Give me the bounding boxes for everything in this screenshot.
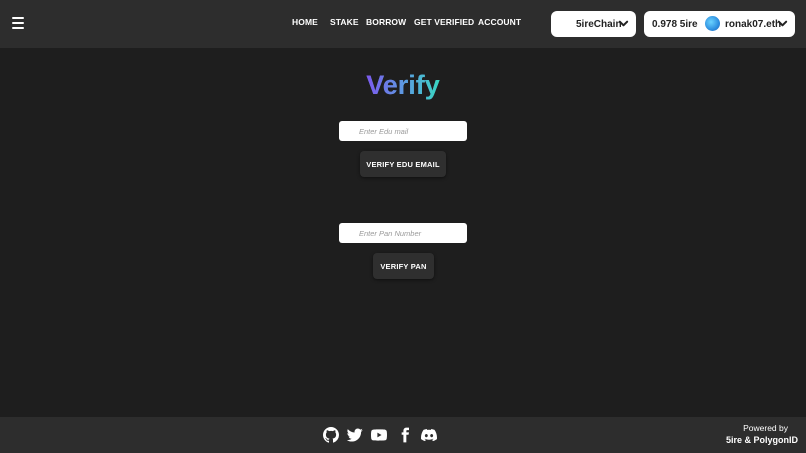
hamburger-menu-icon[interactable] [12, 17, 24, 29]
facebook-icon[interactable] [397, 427, 413, 443]
youtube-icon[interactable] [371, 427, 387, 443]
nav-stake[interactable]: STAKE [330, 17, 359, 27]
page-title: Verify [0, 70, 806, 101]
github-icon[interactable] [323, 427, 339, 443]
wallet-ens-name: ronak07.eth [725, 19, 782, 30]
nav-get-verified[interactable]: GET VERIFIED [414, 17, 474, 27]
edu-email-input[interactable] [339, 121, 467, 141]
top-navbar: HOME STAKE BORROW GET VERIFIED ACCOUNT 5… [0, 0, 806, 48]
footer: Powered by 5ire & PolygonID [0, 417, 806, 453]
chain-label: 5ireChain [576, 18, 622, 30]
pan-number-input[interactable] [339, 223, 467, 243]
powered-by: Powered by 5ire & PolygonID [726, 423, 798, 445]
nav-account[interactable]: ACCOUNT [478, 17, 521, 27]
verify-edu-email-button[interactable]: VERIFY EDU EMAIL [360, 151, 446, 177]
page-title-text: Verify [366, 70, 440, 100]
wallet-balance: 0.978 5ire [652, 19, 698, 30]
avatar [705, 16, 720, 31]
twitter-icon[interactable] [347, 427, 363, 443]
powered-by-brands: 5ire & PolygonID [725, 435, 798, 445]
powered-by-label: Powered by [743, 423, 788, 433]
chevron-down-icon [618, 20, 629, 27]
verify-pan-button[interactable]: VERIFY PAN [373, 253, 434, 279]
discord-icon[interactable] [421, 427, 437, 443]
wallet-account-button[interactable]: 0.978 5ire ronak07.eth [644, 11, 795, 37]
nav-home[interactable]: HOME [292, 17, 318, 27]
nav-borrow[interactable]: BORROW [366, 17, 406, 27]
chevron-down-icon [777, 20, 788, 27]
chain-selector-button[interactable]: 5ireChain [551, 11, 636, 37]
